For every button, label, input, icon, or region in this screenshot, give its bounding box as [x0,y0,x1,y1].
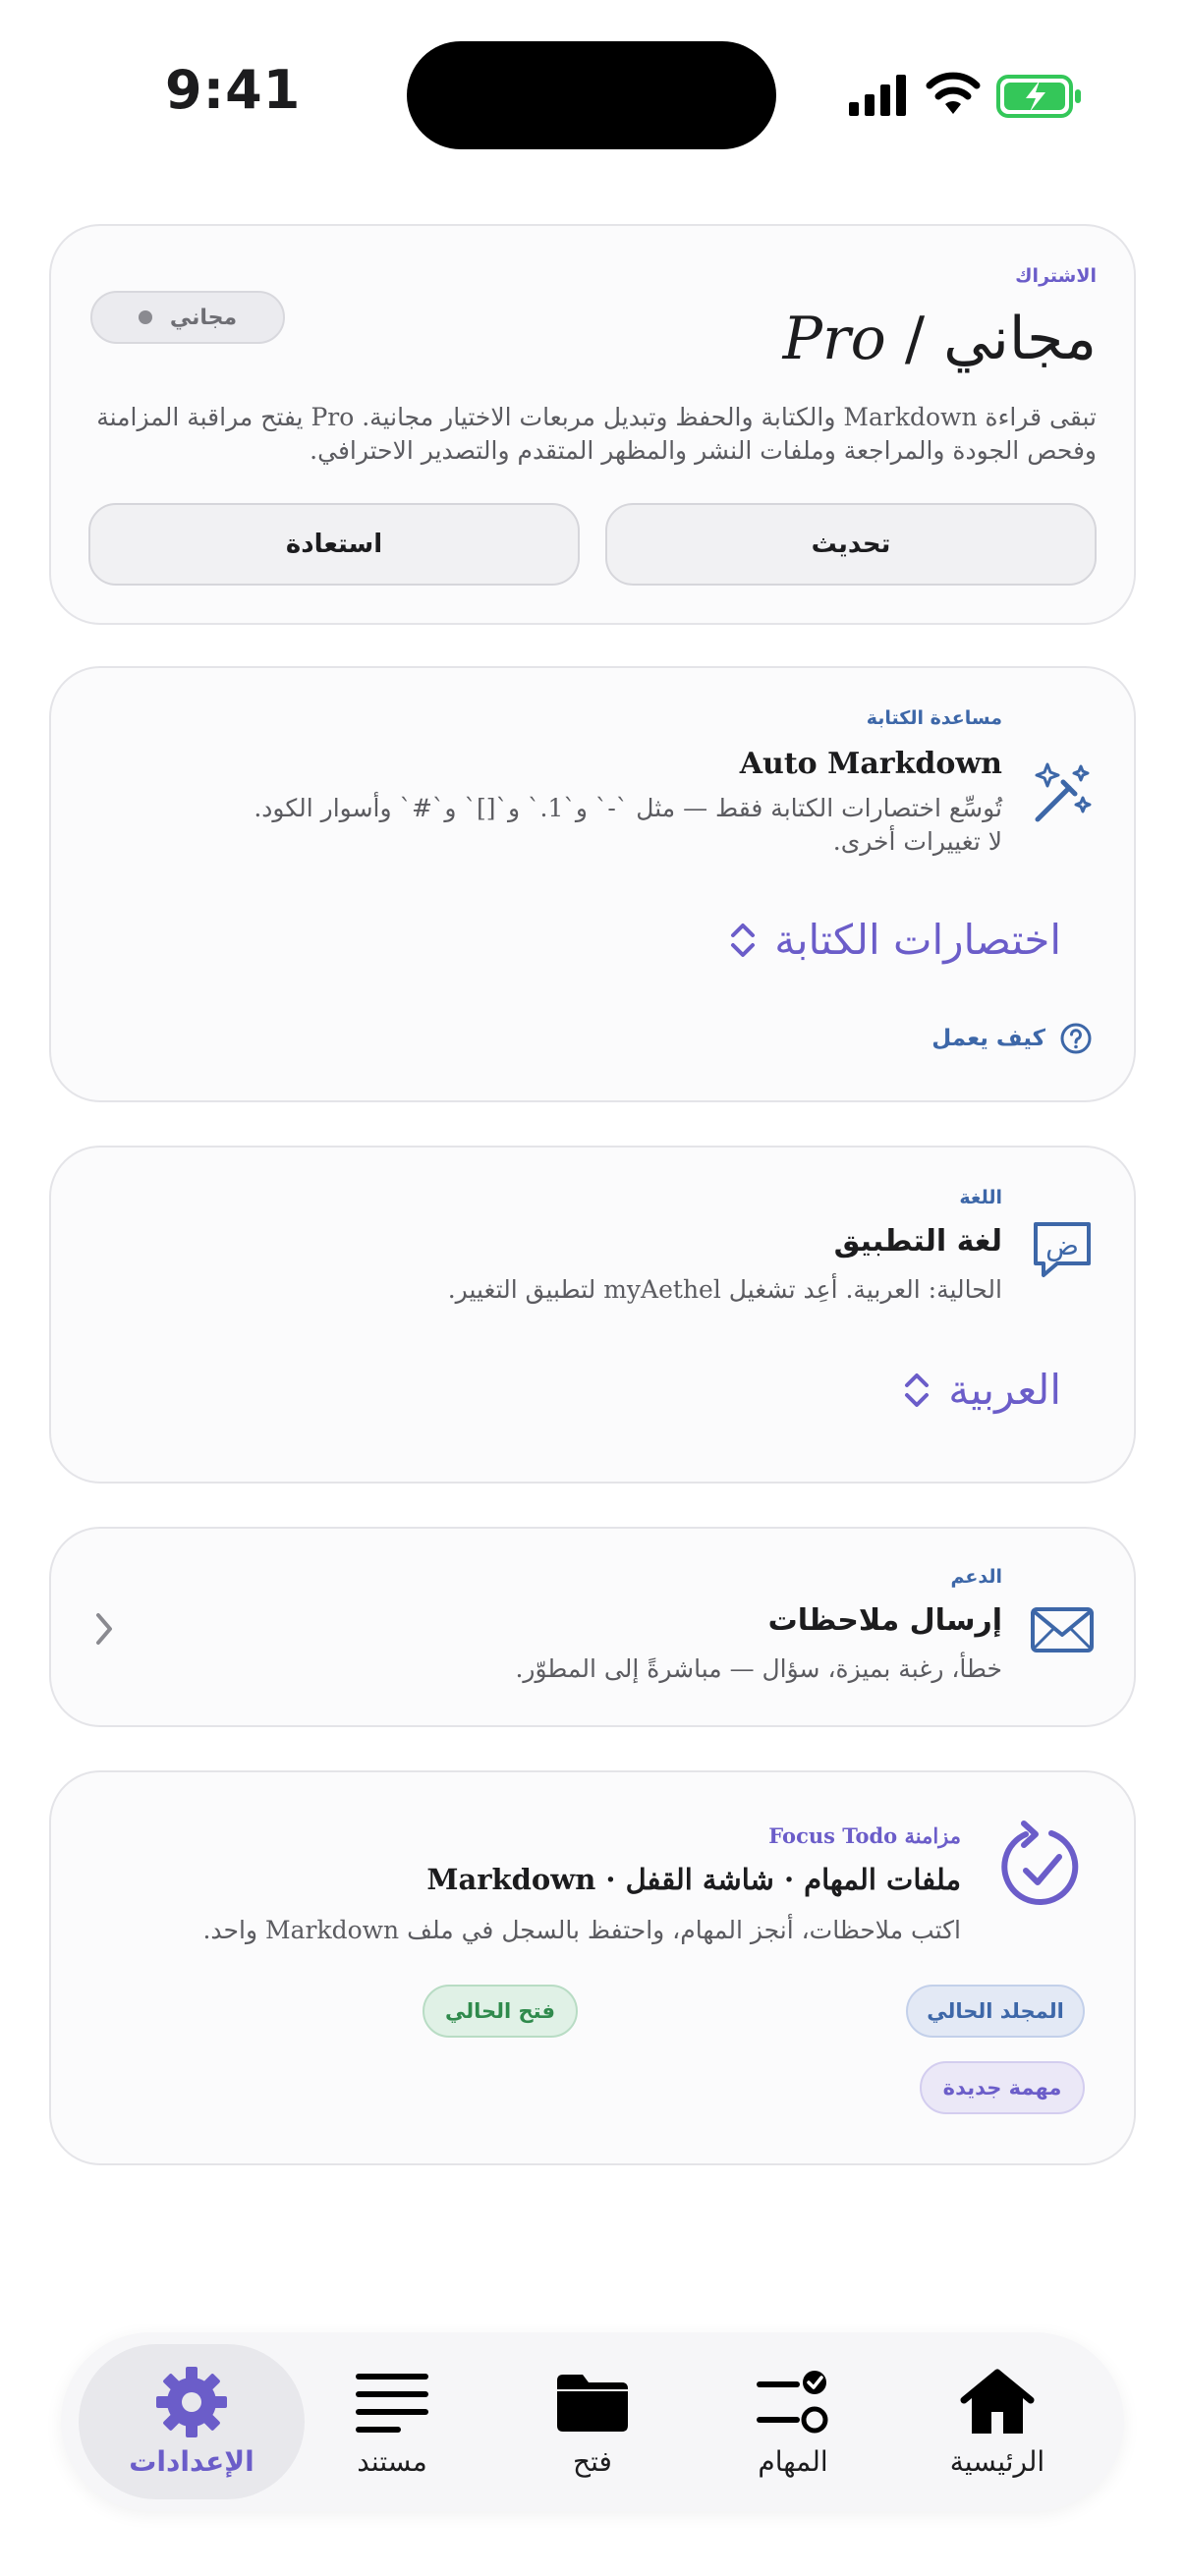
writing-eyebrow: مساعدة الكتابة [866,707,1002,729]
question-circle-icon [1060,1023,1092,1054]
language-eyebrow: اللغة [959,1187,1002,1208]
tab-settings-label: الإعدادات [129,2444,254,2478]
feedback-row[interactable]: الدعم إرسال ملاحظات خطأ، رغبة بميزة، سؤا… [49,1527,1136,1727]
status-bar: 9:41 [0,0,1185,187]
subscription-title: Pro / مجاني [783,305,1097,373]
current-folder-chip[interactable]: المجلد الحالي [906,1985,1085,2038]
envelope-icon [1031,1607,1094,1652]
folder-icon [557,2374,628,2432]
language-picker[interactable]: العربية [903,1366,1061,1414]
status-time: 9:41 [165,59,302,121]
update-button[interactable]: تحديث [605,503,1097,586]
document-lines-icon [356,2373,428,2433]
language-bubble-icon: ض [1034,1222,1091,1277]
plan-status-badge: مجاني [90,291,285,344]
new-task-chip[interactable]: مهمة جديدة [920,2061,1085,2114]
language-description: الحالية: العربية. أعِد تشغيل myAethel لت… [447,1275,1002,1304]
language-title: لغة التطبيق [833,1224,1002,1259]
support-eyebrow: الدعم [950,1566,1002,1588]
how-it-works-label: كيف يعمل [931,1026,1045,1051]
plan-badge-label: مجاني [169,305,238,330]
tab-document[interactable]: مستند [279,2344,505,2499]
title-separator: / [885,305,944,373]
open-current-chip[interactable]: فتح الحالي [423,1985,578,2038]
chevron-up-down-icon [731,923,756,957]
tab-tasks-label: المهام [758,2444,828,2478]
chevron-right-icon [96,1613,112,1645]
battery-charging-icon [996,75,1081,118]
writing-picker-value: اختصارات الكتابة [774,916,1061,964]
wifi-icon [926,72,981,114]
cellular-signal-icon [849,75,906,116]
focus-todo-card: مزامنة Focus Todo ملفات المهام · شاشة ال… [49,1770,1136,2165]
free-label: مجاني [943,305,1097,373]
subscription-eyebrow: الاشتراك [1015,265,1097,287]
tab-open[interactable]: فتح [480,2344,705,2499]
gear-icon [156,2366,227,2437]
tab-bar: الرئيسية المهام فتح مستند الإعدادات [61,2332,1124,2511]
language-picker-value: العربية [948,1366,1061,1414]
focus-todo-eyebrow: مزامنة Focus Todo [768,1823,961,1848]
tasks-icon [757,2370,828,2433]
feedback-description: خطأ، رغبة بميزة، سؤال — مباشرةً إلى المط… [515,1654,1002,1683]
focus-todo-title: ملفات المهام · شاشة القفل · Markdown [426,1863,961,1896]
writing-description: تُوسِّع اختصارات الكتابة فقط — مثل `-` و… [254,794,1002,856]
dynamic-island [407,41,776,149]
focus-todo-description: اكتب ملاحظات، أنجز المهام، واحتفظ بالسجل… [202,1916,961,1944]
writing-mode-picker[interactable]: اختصارات الكتابة [729,916,1061,964]
tab-settings[interactable]: الإعدادات [79,2344,305,2499]
restore-button[interactable]: استعادة [88,503,580,586]
status-dot-icon [138,310,152,324]
tab-home[interactable]: الرئيسية [884,2344,1110,2499]
tab-document-label: مستند [357,2444,427,2478]
tab-home-label: الرئيسية [949,2444,1045,2478]
how-it-works-link[interactable]: كيف يعمل [931,1022,1093,1055]
language-card: ض اللغة لغة التطبيق الحالية: العربية. أع… [49,1146,1136,1484]
pro-label: Pro [782,305,886,373]
magic-wand-icon [1035,762,1092,822]
writing-title: Auto Markdown [739,747,1002,781]
subscription-card: الاشتراك Pro / مجاني مجاني تبقى قراءة Ma… [49,224,1136,625]
chevron-up-down-icon [905,1372,930,1407]
tab-tasks[interactable]: المهام [680,2344,906,2499]
circular-check-icon [1001,1820,1079,1906]
feedback-title: إرسال ملاحظات [767,1603,1002,1638]
home-icon [960,2369,1035,2434]
subscription-description: تبقى قراءة Markdown والكتابة والحفظ وتبد… [96,403,1097,465]
writing-assistant-card: مساعدة الكتابة Auto Markdown تُوسِّع اخت… [49,666,1136,1102]
svg-text:ض: ض [1045,1229,1079,1261]
tab-open-label: فتح [573,2444,612,2478]
